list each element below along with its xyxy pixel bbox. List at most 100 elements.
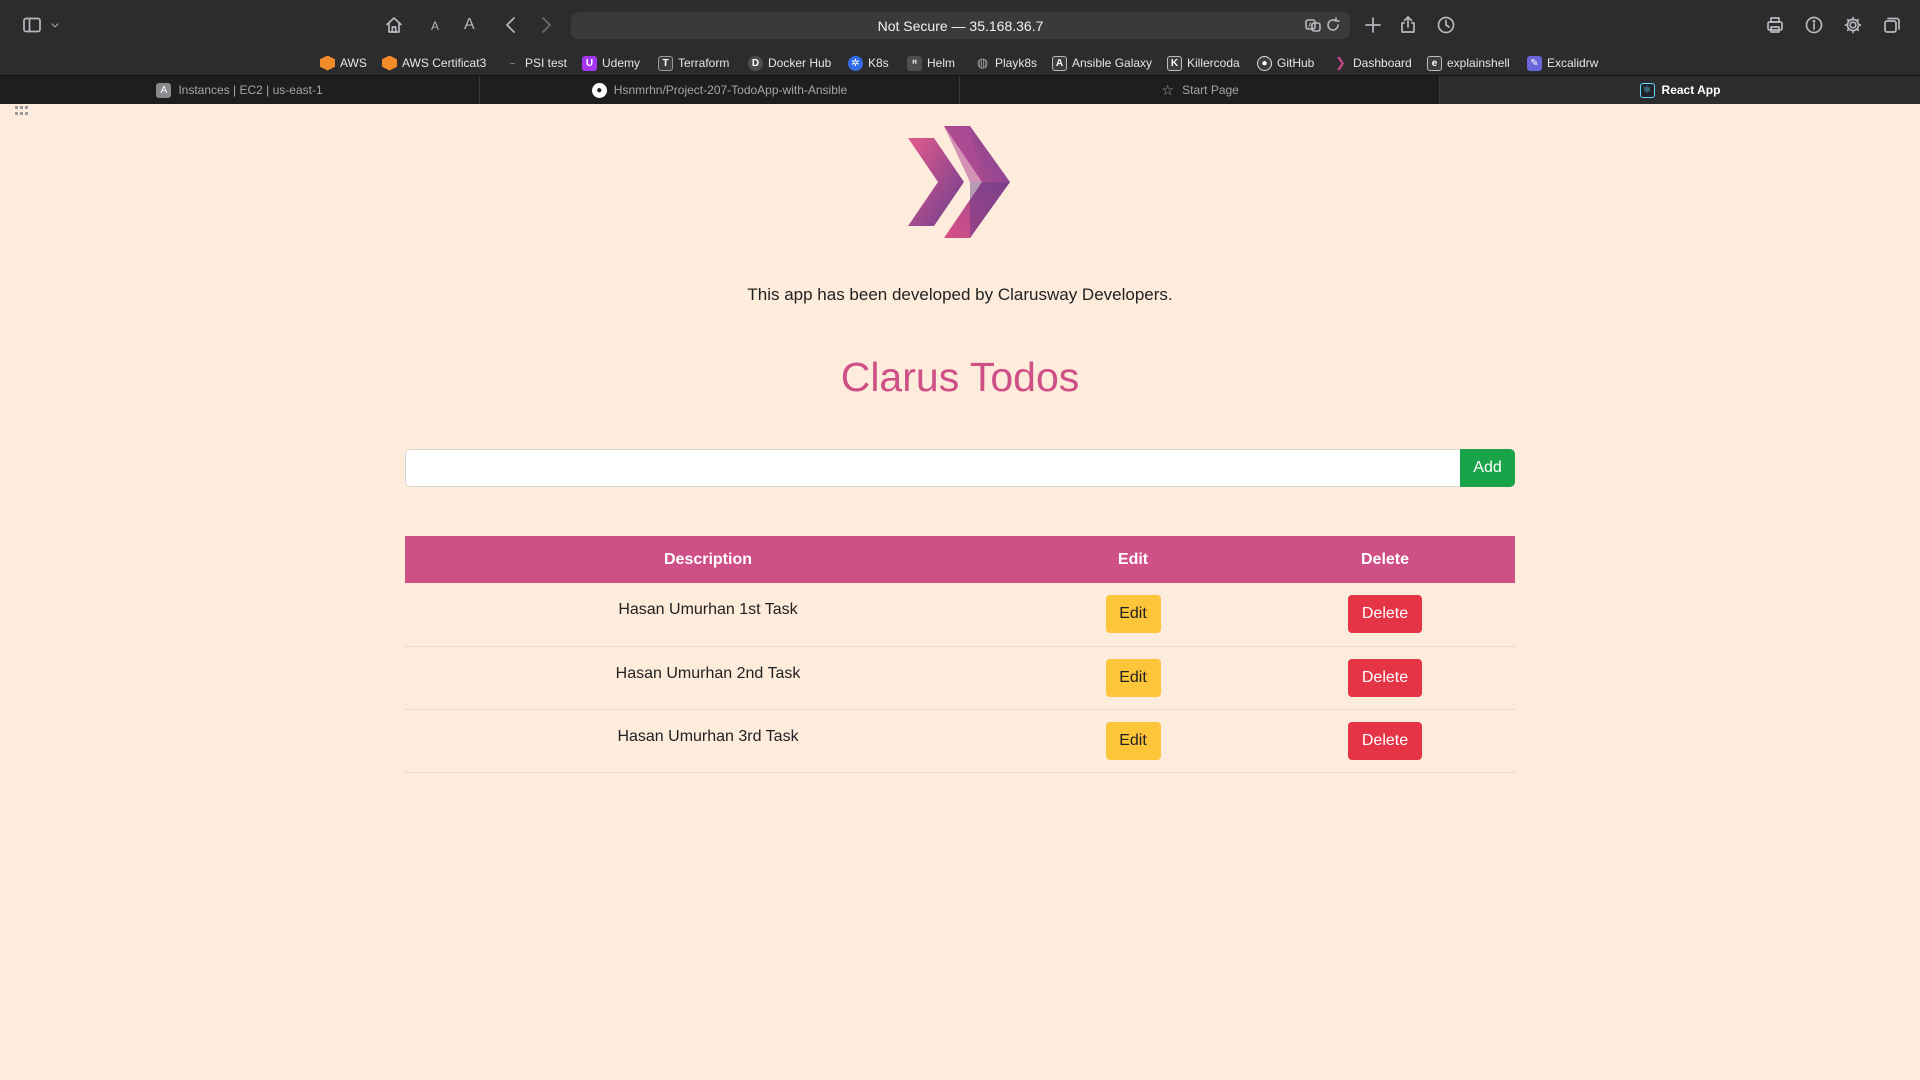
bookmark-label: Playk8s (995, 56, 1038, 70)
table-row: Hasan Umurhan 1st Task Edit Delete (405, 583, 1515, 647)
kubernetes-icon: ✲ (848, 55, 863, 71)
delete-button[interactable]: Delete (1348, 658, 1422, 697)
todo-input[interactable] (405, 449, 1460, 487)
sidebar-toggle-icon[interactable] (20, 13, 44, 37)
bookmark-label: K8s (868, 56, 889, 70)
dashboard-icon: ❯ (1335, 55, 1346, 70)
bookmark-label: explainshell (1447, 56, 1510, 70)
bookmark-aws-certificat3[interactable]: AWS Certificat3 (382, 54, 486, 72)
bookmark-psi-test[interactable]: – PSI test (505, 54, 567, 72)
new-tab-icon[interactable] (1361, 13, 1385, 37)
bookmark-docker-hub[interactable]: D Docker Hub (748, 54, 831, 72)
delete-button[interactable]: Delete (1348, 721, 1422, 760)
forward-icon[interactable] (534, 13, 558, 37)
tab-bar: A Instances | EC2 | us-east-1 ● Hsnmrhn/… (0, 75, 1920, 104)
tab-instances-ec2[interactable]: A Instances | EC2 | us-east-1 (0, 76, 480, 104)
add-button[interactable]: Add (1460, 449, 1515, 487)
tab-label: Start Page (1182, 83, 1239, 97)
killercoda-icon: K (1167, 55, 1182, 71)
address-text: Not Secure — 35.168.36.7 (877, 17, 1044, 34)
bookmark-label: Docker Hub (768, 56, 832, 70)
delete-cell: Delete (1255, 646, 1515, 710)
table-row: Hasan Umurhan 2nd Task Edit Delete (405, 646, 1515, 710)
bookmark-aws[interactable]: AWS (320, 54, 367, 72)
task-description: Hasan Umurhan 1st Task (405, 583, 1011, 647)
globe-icon: ◍ (976, 55, 989, 70)
excalidraw-icon: ✎ (1527, 55, 1542, 71)
bookmark-label: GitHub (1277, 56, 1315, 70)
tab-start-page[interactable]: ☆ Start Page (960, 76, 1440, 104)
aws-icon (320, 55, 335, 71)
bookmark-killercoda[interactable]: K Killercoda (1167, 54, 1240, 72)
bookmark-label: Udemy (602, 56, 641, 70)
udemy-icon: U (582, 55, 597, 71)
docker-icon: D (748, 55, 763, 71)
home-icon[interactable] (382, 13, 406, 37)
bookmark-helm[interactable]: H Helm (907, 54, 955, 72)
tab-overview-icon[interactable] (1880, 13, 1904, 37)
edit-cell: Edit (1011, 583, 1255, 647)
bookmark-explainshell[interactable]: e explainshell (1427, 54, 1510, 72)
table-row: Hasan Umurhan 3rd Task Edit Delete (405, 709, 1515, 773)
tab-label: Hsnmrhn/Project-207-TodoApp-with-Ansible (613, 83, 848, 97)
page-title: Clarus Todos (840, 354, 1080, 400)
bookmark-label: Killercoda (1187, 56, 1240, 70)
delete-cell: Delete (1255, 583, 1515, 647)
tab-react-app[interactable]: ⚛ React App (1440, 76, 1920, 104)
address-bar[interactable]: Not Secure — 35.168.36.7 A (571, 12, 1350, 39)
back-icon[interactable] (499, 13, 523, 37)
clarusway-logo-icon (908, 126, 1010, 238)
reload-icon[interactable] (1325, 17, 1343, 35)
bookmark-k8s[interactable]: ✲ K8s (848, 54, 889, 72)
bookmarks-bar: AWS AWS Certificat3 – PSI test U Udemy T… (0, 50, 1920, 115)
react-icon: ⚛ (1639, 82, 1655, 98)
history-icon[interactable] (1434, 13, 1458, 37)
chevron-down-icon[interactable] (48, 13, 62, 37)
delete-button[interactable]: Delete (1348, 595, 1422, 634)
bookmark-label: Helm (927, 56, 956, 70)
bookmark-playk8s[interactable]: ◍ Playk8s (975, 54, 1037, 72)
edit-cell: Edit (1011, 646, 1255, 710)
tab-label: React App (1661, 83, 1721, 97)
tab-github-project[interactable]: ● Hsnmrhn/Project-207-TodoApp-with-Ansib… (480, 76, 960, 104)
text-smaller-button[interactable]: A (431, 19, 439, 33)
bookmark-label: AWS Certificat3 (402, 56, 487, 70)
bookmark-label: PSI test (525, 56, 568, 70)
bookmark-dashboard[interactable]: ❯ Dashboard (1333, 54, 1412, 72)
bookmark-label: Dashboard (1353, 56, 1412, 70)
header-edit: Edit (1011, 536, 1255, 583)
print-icon[interactable] (1763, 13, 1787, 37)
github-icon: ● (1257, 55, 1272, 71)
bookmark-excalidrw[interactable]: ✎ Excalidrw (1527, 54, 1598, 72)
bookmark-label: Excalidrw (1547, 56, 1599, 70)
todo-table: Description Edit Delete Hasan Umurhan 1s… (405, 536, 1515, 773)
bookmark-terraform[interactable]: T Terraform (658, 54, 729, 72)
translate-icon[interactable]: A (1305, 17, 1323, 35)
share-icon[interactable] (1396, 13, 1420, 37)
ansible-icon: A (1052, 55, 1067, 71)
bookmark-label: Ansible Galaxy (1072, 56, 1153, 70)
dash-icon: – (509, 57, 516, 69)
edit-button[interactable]: Edit (1105, 658, 1161, 697)
info-icon[interactable] (1802, 13, 1826, 37)
bookmark-label: Terraform (678, 56, 730, 70)
edit-button[interactable]: Edit (1105, 721, 1161, 760)
edit-button[interactable]: Edit (1105, 595, 1161, 634)
header-description: Description (405, 536, 1011, 583)
terraform-icon: T (658, 55, 673, 71)
aws-icon (382, 55, 397, 71)
apps-grid-icon[interactable] (14, 104, 30, 118)
bookmark-github[interactable]: ● GitHub (1257, 54, 1314, 72)
edit-cell: Edit (1011, 709, 1255, 773)
star-icon: ☆ (1161, 81, 1174, 98)
settings-gear-icon[interactable] (1841, 13, 1865, 37)
tab-label: Instances | EC2 | us-east-1 (178, 83, 323, 97)
bookmark-udemy[interactable]: U Udemy (582, 54, 640, 72)
bookmark-ansible-galaxy[interactable]: A Ansible Galaxy (1052, 54, 1152, 72)
text-larger-button[interactable]: A (464, 16, 475, 34)
table-header-row: Description Edit Delete (405, 536, 1515, 583)
task-description: Hasan Umurhan 3rd Task (405, 709, 1011, 773)
delete-cell: Delete (1255, 709, 1515, 773)
task-description: Hasan Umurhan 2nd Task (405, 646, 1011, 710)
header-delete: Delete (1255, 536, 1515, 583)
